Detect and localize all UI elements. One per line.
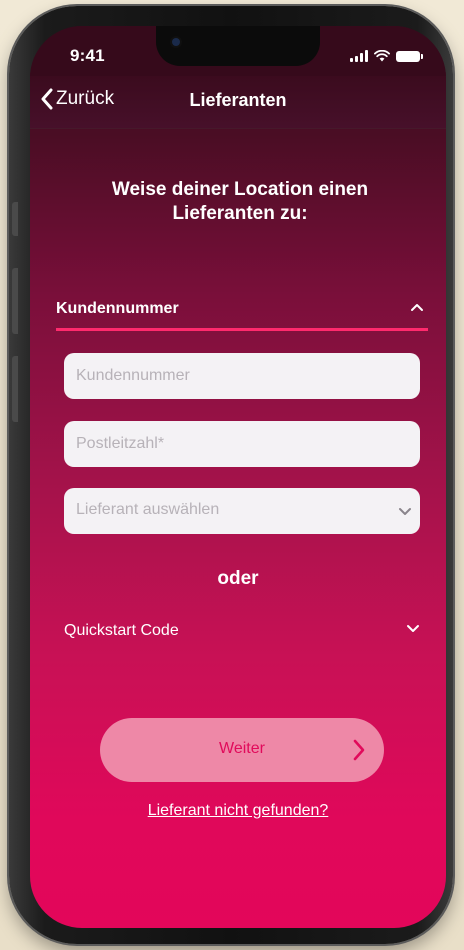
supplier-not-found-link[interactable]: Lieferant nicht gefunden?: [30, 802, 446, 820]
divider-text: oder: [217, 568, 259, 589]
chevron-down-icon: [399, 508, 411, 515]
status-time: 9:41: [70, 46, 105, 65]
supplier-select[interactable]: Lieferant auswählen: [64, 488, 420, 534]
mute-switch: [12, 202, 18, 236]
notch: [156, 26, 320, 66]
page-title: Lieferanten: [189, 90, 287, 110]
camera-icon: [172, 38, 180, 46]
nav-bar: Zurück Lieferanten: [30, 76, 446, 129]
postal-code-input[interactable]: [64, 421, 420, 467]
signal-icon: [350, 50, 368, 62]
volume-up-button: [12, 268, 18, 334]
customer-number-input[interactable]: [64, 353, 420, 399]
quickstart-label: Quickstart Code: [64, 622, 179, 639]
supplier-select-value: Lieferant auswählen: [76, 501, 220, 518]
stage: 9:41 Zurück Lieferanten Weise deiner Loc…: [0, 0, 464, 950]
section-header-kundennummer[interactable]: Kundennummer: [56, 296, 428, 331]
chevron-down-icon: [407, 625, 419, 632]
battery-icon: [396, 51, 423, 62]
status-icons: [350, 48, 423, 62]
heading: Weise deiner Location einen Lieferanten …: [111, 179, 369, 224]
wifi-icon: [374, 50, 390, 62]
next-button[interactable]: Weiter: [100, 718, 384, 782]
next-button-label: Weiter: [219, 740, 265, 757]
quickstart-code-toggle[interactable]: Quickstart Code: [64, 620, 420, 644]
chevron-right-icon: [353, 739, 365, 761]
chevron-up-icon: [411, 304, 423, 311]
section-header-label: Kundennummer: [56, 300, 179, 317]
app-screen: 9:41 Zurück Lieferanten Weise deiner Loc…: [30, 26, 446, 928]
volume-down-button: [12, 356, 18, 422]
